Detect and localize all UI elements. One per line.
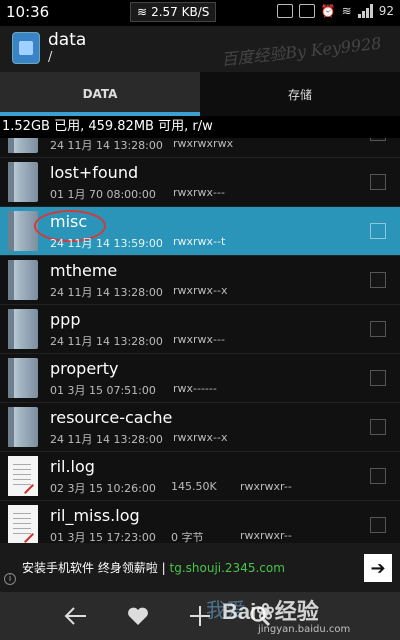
app-logo-icon[interactable] xyxy=(12,32,40,64)
item-size: 145.50K xyxy=(171,480,217,493)
ad-text-main: 安装手机软件 终身领薪啦 | xyxy=(22,561,170,575)
status-time: 10:36 xyxy=(6,3,50,21)
status-bar: 10:36 ≋ 2.57 KB/S ⏰ ≋ 92 xyxy=(0,0,400,26)
bottom-toolbar: 我爱 Bai❀经验 jingyan.baidu.com xyxy=(0,592,400,640)
item-checkbox[interactable] xyxy=(370,138,386,141)
item-permissions: rwxrwx--x xyxy=(173,431,228,444)
folder-icon xyxy=(8,211,38,251)
alarm-icon: ⏰ xyxy=(320,4,336,18)
list-item[interactable]: mtheme 24 11月 14 13:28:00 rwxrwx--x xyxy=(0,256,400,305)
file-list: 24 11月 14 13:28:00 rwxrwxrwx lost+found … xyxy=(0,138,400,543)
item-date: 01 3月 15 07:51:00 xyxy=(50,384,156,397)
folder-icon xyxy=(8,162,38,202)
item-permissions: rwxrwxrwx xyxy=(173,138,234,150)
file-icon xyxy=(8,456,38,496)
item-name: ril.log xyxy=(50,457,95,476)
folder-icon xyxy=(8,358,38,398)
heart-icon[interactable] xyxy=(122,600,154,632)
item-date: 24 11月 14 13:28:00 xyxy=(50,335,163,348)
item-checkbox[interactable] xyxy=(370,321,386,337)
item-name: property xyxy=(50,359,119,378)
wifi-icon: ≋ xyxy=(341,4,352,18)
directory-path: / xyxy=(48,50,53,65)
image-icon xyxy=(298,4,315,18)
folder-icon xyxy=(8,138,38,153)
item-checkbox[interactable] xyxy=(370,419,386,435)
file-icon xyxy=(8,505,38,543)
ad-url[interactable]: tg.shouji.2345.com xyxy=(170,561,285,575)
item-permissions: rwxrwx--- xyxy=(173,333,225,346)
network-speed-indicator: ≋ 2.57 KB/S xyxy=(130,2,217,22)
list-item[interactable]: resource-cache 24 11月 14 13:28:00 rwxrwx… xyxy=(0,403,400,452)
baidu-watermark-logo: Bai❀经验 xyxy=(222,594,319,626)
watermark-logo-text2: 经验 xyxy=(274,599,319,624)
signal-icon xyxy=(357,4,373,18)
item-date: 24 11月 14 13:28:00 xyxy=(50,433,163,446)
item-date: 01 3月 15 17:23:00 xyxy=(50,531,156,543)
item-permissions: rwxrwxr-- xyxy=(240,480,292,493)
list-item[interactable]: 24 11月 14 13:28:00 rwxrwxrwx xyxy=(0,138,400,158)
item-permissions: rwxrwxr-- xyxy=(240,529,292,542)
tab-data[interactable]: DATA xyxy=(0,72,200,116)
item-date: 01 1月 70 08:00:00 xyxy=(50,188,156,201)
folder-icon xyxy=(8,309,38,349)
back-arrow-icon[interactable] xyxy=(60,600,92,632)
watermark-logo-text: Bai xyxy=(222,599,257,624)
item-date: 02 3月 15 10:26:00 xyxy=(50,482,156,495)
list-item[interactable]: ril_miss.log 01 3月 15 17:23:00 0 字节 rwxr… xyxy=(0,501,400,543)
list-item-selected[interactable]: misc 24 11月 14 13:59:00 rwxrwx--t xyxy=(0,207,400,256)
item-name: mtheme xyxy=(50,261,118,280)
storage-info: 1.52GB 已用, 459.82MB 可用, r/w xyxy=(0,116,400,138)
folder-icon xyxy=(8,260,38,300)
item-checkbox[interactable] xyxy=(370,468,386,484)
item-date: 24 11月 14 13:28:00 xyxy=(50,286,163,299)
folder-icon xyxy=(8,407,38,447)
watermark-text: 百度经验By Key9928 xyxy=(220,33,383,70)
item-checkbox[interactable] xyxy=(370,223,386,239)
battery-level: 92 xyxy=(378,4,394,18)
ad-text: 安装手机软件 终身领薪啦 | tg.shouji.2345.com xyxy=(22,559,285,576)
item-permissions: rwxrwx--t xyxy=(173,235,226,248)
tab-storage[interactable]: 存储 xyxy=(200,72,400,116)
item-checkbox[interactable] xyxy=(370,370,386,386)
tab-bar: DATA 存储 xyxy=(0,72,400,116)
list-item[interactable]: lost+found 01 1月 70 08:00:00 rwxrwx--- xyxy=(0,158,400,207)
list-item[interactable]: property 01 3月 15 07:51:00 rwx------ xyxy=(0,354,400,403)
item-permissions: rwxrwx--x xyxy=(173,284,228,297)
screen-icon xyxy=(276,4,293,18)
arrow-right-icon[interactable]: ➔ xyxy=(364,554,392,582)
item-checkbox[interactable] xyxy=(370,174,386,190)
paw-icon: ❀ xyxy=(256,599,275,624)
directory-title: data xyxy=(48,30,87,50)
network-speed-text: 2.57 KB/S xyxy=(151,5,210,19)
item-name: resource-cache xyxy=(50,408,173,427)
item-permissions: rwx------ xyxy=(173,382,217,395)
info-icon[interactable]: i xyxy=(4,573,16,585)
watermark-url: jingyan.baidu.com xyxy=(258,624,351,635)
item-size: 0 字节 xyxy=(171,531,204,543)
wifi-icon: ≋ xyxy=(137,5,148,19)
item-date: 24 11月 14 13:59:00 xyxy=(50,237,163,250)
item-checkbox[interactable] xyxy=(370,272,386,288)
item-permissions: rwxrwx--- xyxy=(173,186,225,199)
item-name: lost+found xyxy=(50,163,139,182)
item-checkbox[interactable] xyxy=(370,517,386,533)
app-header: data / 百度经验By Key9928 xyxy=(0,26,400,72)
item-name: ppp xyxy=(50,310,81,329)
item-name: ril_miss.log xyxy=(50,506,140,525)
item-date: 24 11月 14 13:28:00 xyxy=(50,139,163,152)
list-item[interactable]: ril.log 02 3月 15 10:26:00 145.50K rwxrwx… xyxy=(0,452,400,501)
ad-banner[interactable]: 安装手机软件 终身领薪啦 | tg.shouji.2345.com i ➔ xyxy=(0,543,400,592)
list-item[interactable]: ppp 24 11月 14 13:28:00 rwxrwx--- xyxy=(0,305,400,354)
status-icons: ⏰ ≋ 92 xyxy=(276,4,394,18)
